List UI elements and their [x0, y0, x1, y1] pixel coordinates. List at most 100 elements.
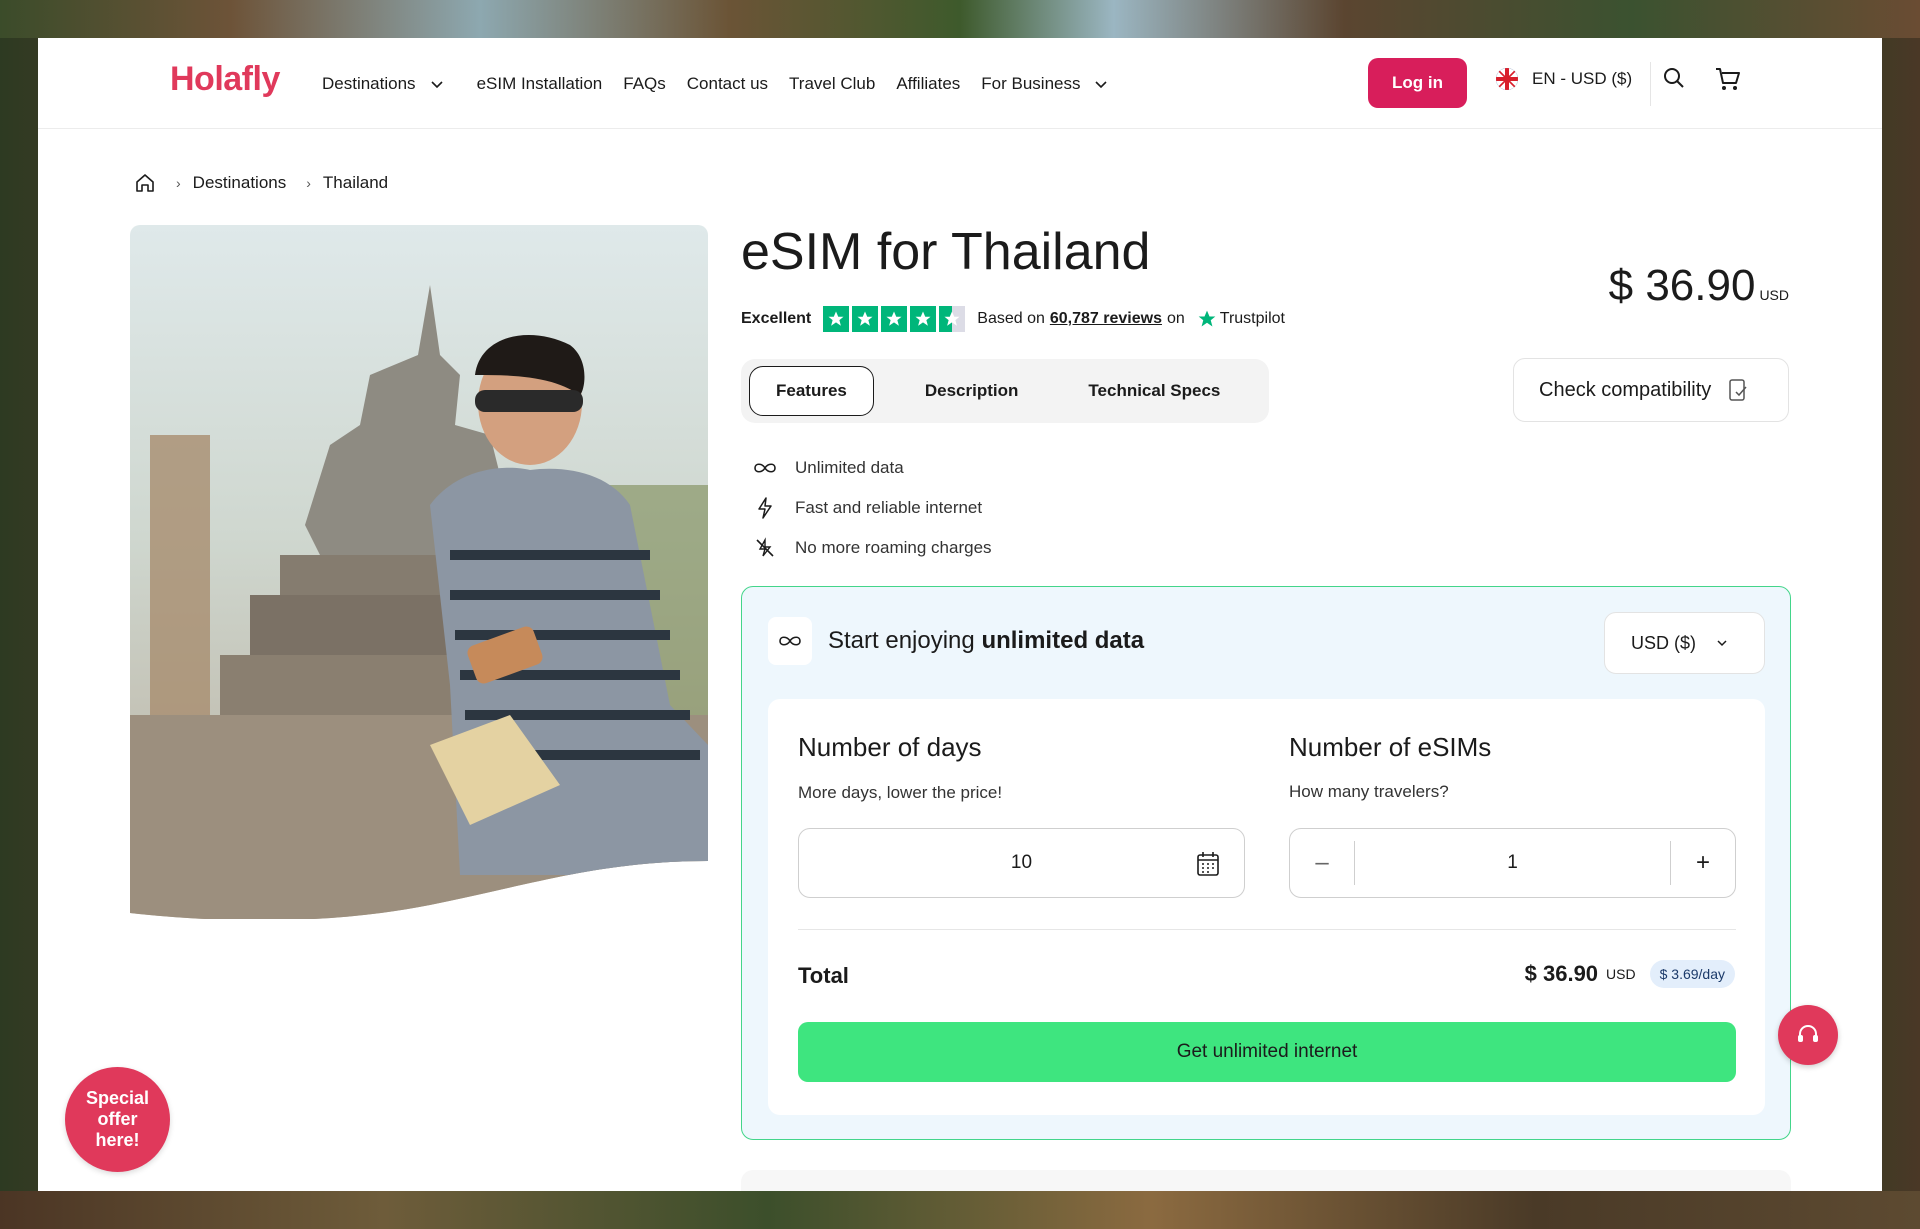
background-bottom — [0, 1191, 1920, 1229]
product-price: $ 36.90 USD — [1609, 261, 1789, 311]
chevron-down-icon — [1717, 640, 1727, 647]
chevron-down-icon — [430, 80, 443, 88]
holafly-logo[interactable]: Holafly — [170, 60, 280, 99]
based-on-text: Based on — [977, 310, 1045, 327]
chevron-right-icon: › — [176, 175, 181, 191]
nav-contact-us-label: Contact us — [686, 73, 769, 93]
header-divider — [1650, 62, 1651, 106]
star-icon — [910, 306, 937, 332]
feature-item: Unlimited data — [752, 448, 992, 488]
nav-affiliates[interactable]: Affiliates — [896, 74, 960, 94]
rating-label: Excellent — [741, 310, 812, 327]
chevron-right-icon: › — [306, 175, 311, 191]
main-nav: Destinations eSIM Installation FAQs Cont… — [322, 38, 1129, 129]
breadcrumb: › Destinations › Thailand — [134, 172, 388, 194]
rating-stars — [823, 306, 966, 332]
nav-travel-club-label: Travel Club — [789, 73, 876, 93]
nav-for-business-label: For Business — [981, 73, 1081, 93]
browser-page: Holafly Destinations eSIM Installation F… — [38, 38, 1882, 1191]
get-unlimited-internet-button[interactable]: Get unlimited internet — [798, 1022, 1736, 1082]
no-roaming-icon — [752, 537, 778, 559]
nav-destinations-label: Destinations — [322, 73, 416, 93]
product-tabs: Features Description Technical Specs — [741, 359, 1269, 423]
breadcrumb-thailand: Thailand — [322, 173, 389, 192]
feature-list: Unlimited data Fast and reliable interne… — [752, 448, 992, 568]
plan-header: Start enjoying unlimited data — [768, 617, 1144, 665]
headset-icon — [1798, 1024, 1818, 1042]
per-day-badge: $ 3.69/day — [1649, 960, 1735, 988]
search-icon[interactable] — [1662, 66, 1686, 90]
special-offer-button[interactable]: Special offer here! — [65, 1067, 170, 1172]
cart-icon[interactable] — [1714, 65, 1742, 93]
check-compatibility-label: Check compatibility — [1539, 378, 1712, 401]
feature-item: No more roaming charges — [752, 528, 992, 568]
page-title: eSIM for Thailand — [741, 223, 1151, 281]
tab-description[interactable]: Description — [898, 366, 1046, 416]
nav-faqs[interactable]: FAQs — [623, 74, 666, 94]
infinity-icon — [768, 617, 812, 665]
currency-label: USD ($) — [1631, 632, 1697, 653]
increment-button[interactable]: + — [1671, 829, 1735, 897]
star-icon — [823, 306, 850, 332]
decrement-button[interactable]: – — [1290, 829, 1354, 897]
esims-heading: Number of eSIMs — [1289, 732, 1492, 762]
esims-stepper: – 1 + — [1289, 828, 1736, 898]
nav-destinations[interactable]: Destinations — [322, 74, 444, 94]
background-top — [0, 0, 1920, 38]
days-input[interactable]: 10 — [798, 828, 1245, 898]
phone-check-icon — [1729, 379, 1747, 401]
calendar-icon[interactable] — [1196, 851, 1220, 877]
total-value: $ 36.90 USD $ 3.69/day — [1525, 960, 1735, 988]
trustpilot-star-icon — [1198, 310, 1216, 327]
next-section-card — [741, 1170, 1791, 1191]
star-half-icon — [939, 306, 966, 332]
currency-select[interactable]: USD ($) — [1604, 612, 1765, 674]
plan-card: Start enjoying unlimited data USD ($) Nu… — [741, 586, 1791, 1140]
plan-title: Start enjoying unlimited data — [828, 627, 1144, 655]
nav-esim-installation-label: eSIM Installation — [476, 73, 603, 93]
days-heading: Number of days — [798, 732, 982, 762]
price-amount: $ 36.90 — [1608, 261, 1756, 310]
nav-contact-us[interactable]: Contact us — [687, 74, 768, 94]
nav-affiliates-label: Affiliates — [896, 73, 961, 93]
nav-travel-club[interactable]: Travel Club — [789, 74, 875, 94]
days-subtitle: More days, lower the price! — [798, 783, 1003, 802]
support-chat-button[interactable] — [1778, 1005, 1838, 1065]
uk-flag-icon — [1496, 68, 1518, 90]
on-text: on — [1166, 310, 1185, 327]
days-value: 10 — [1010, 852, 1033, 873]
feature-item: Fast and reliable internet — [752, 488, 992, 528]
tab-technical-specs[interactable]: Technical Specs — [1061, 366, 1247, 416]
divider — [798, 929, 1736, 930]
tab-features[interactable]: Features — [749, 366, 874, 416]
site-header: Holafly Destinations eSIM Installation F… — [38, 38, 1882, 129]
feature-label: No more roaming charges — [795, 538, 992, 557]
feature-label: Fast and reliable internet — [795, 498, 983, 517]
plan-title-bold: unlimited data — [981, 627, 1145, 654]
star-icon — [881, 306, 908, 332]
nav-faqs-label: FAQs — [623, 73, 666, 93]
trustpilot-logo[interactable]: Trustpilot — [1197, 309, 1285, 329]
nav-for-business[interactable]: For Business — [981, 74, 1108, 94]
hero-image — [130, 225, 708, 919]
plan-title-prefix: Start enjoying — [828, 627, 975, 654]
total-label: Total — [798, 963, 849, 988]
reviews-link[interactable]: 60,787 reviews — [1050, 310, 1162, 328]
total-unit: USD — [1606, 966, 1636, 982]
star-icon — [852, 306, 879, 332]
feature-label: Unlimited data — [795, 458, 904, 477]
check-compatibility-button[interactable]: Check compatibility — [1513, 358, 1789, 422]
nav-esim-installation[interactable]: eSIM Installation — [477, 74, 603, 94]
language-label: EN - USD ($) — [1532, 69, 1633, 88]
login-button[interactable]: Log in — [1368, 58, 1467, 108]
infinity-icon — [752, 461, 778, 475]
esims-value[interactable]: 1 — [1354, 841, 1671, 885]
language-selector[interactable]: EN - USD ($) — [1496, 68, 1632, 90]
esims-subtitle: How many travelers? — [1289, 782, 1449, 801]
home-icon[interactable] — [134, 172, 156, 194]
breadcrumb-destinations[interactable]: Destinations — [193, 173, 287, 193]
total-amount: $ 36.90 — [1524, 961, 1599, 986]
lightning-icon — [752, 497, 778, 519]
plan-options: Number of days More days, lower the pric… — [768, 699, 1765, 1115]
trustpilot-rating: Excellent Based on 60,787 reviews on Tru… — [741, 306, 1285, 332]
